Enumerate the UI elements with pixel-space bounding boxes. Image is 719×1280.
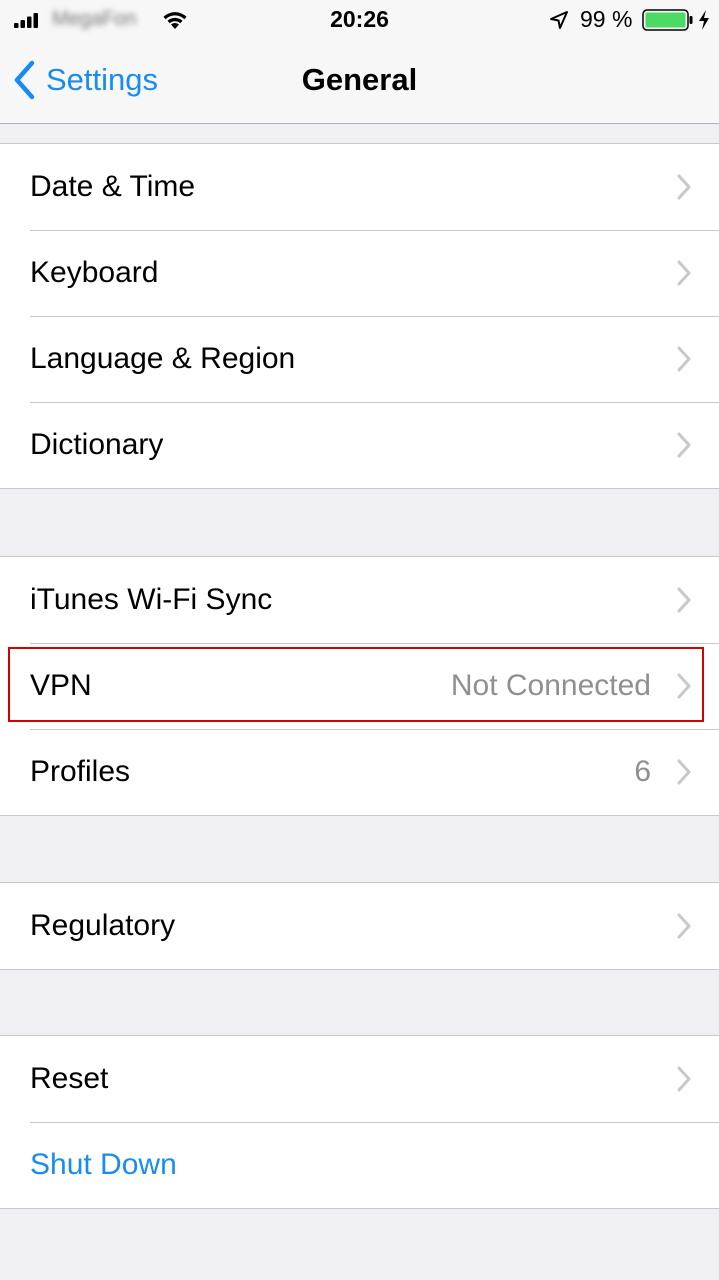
chevron-right-icon <box>677 432 691 458</box>
profiles-count: 6 <box>634 755 651 788</box>
settings-group-2: iTunes Wi-Fi Sync VPN Not Connected Prof… <box>0 556 719 816</box>
shut-down-label: Shut Down <box>30 1148 177 1181</box>
chevron-right-icon <box>677 174 691 200</box>
row-label: Profiles <box>30 755 131 788</box>
vpn-status-value: Not Connected <box>450 669 651 702</box>
row-label: VPN <box>30 669 92 702</box>
location-arrow-icon <box>550 11 568 29</box>
row-label: Language & Region <box>30 342 296 375</box>
status-bar: MegaFon 20:26 99 % <box>0 0 719 40</box>
charging-bolt-icon <box>699 10 709 30</box>
battery-percent: 99 % <box>580 6 633 32</box>
chevron-right-icon <box>677 1066 691 1092</box>
row-regulatory[interactable]: Regulatory <box>0 883 719 969</box>
row-itunes-wifi-sync[interactable]: iTunes Wi-Fi Sync <box>0 557 719 643</box>
settings-general-screen: MegaFon 20:26 99 % Settings General Date… <box>0 0 719 1280</box>
row-keyboard[interactable]: Keyboard <box>0 230 719 316</box>
chevron-right-icon <box>677 759 691 785</box>
row-label: Reset <box>30 1062 109 1095</box>
page-title: General <box>301 62 418 97</box>
chevron-right-icon <box>677 673 691 699</box>
shut-down-button[interactable]: Shut Down <box>0 1122 719 1208</box>
row-label: Date & Time <box>30 170 196 203</box>
row-label: Dictionary <box>30 428 164 461</box>
settings-group-1: Date & Time Keyboard Language & Region D… <box>0 143 719 489</box>
row-label: Keyboard <box>30 256 159 289</box>
chevron-right-icon <box>677 346 691 372</box>
row-reset[interactable]: Reset <box>0 1036 719 1122</box>
chevron-right-icon <box>677 913 691 939</box>
row-language-region[interactable]: Language & Region <box>0 316 719 402</box>
settings-group-3: Regulatory <box>0 882 719 970</box>
chevron-right-icon <box>677 260 691 286</box>
row-date-time[interactable]: Date & Time <box>0 144 719 230</box>
row-vpn[interactable]: VPN Not Connected <box>0 643 719 729</box>
row-label: Regulatory <box>30 909 176 942</box>
settings-group-4: Reset Shut Down <box>0 1035 719 1209</box>
row-label: iTunes Wi-Fi Sync <box>30 583 273 616</box>
row-dictionary[interactable]: Dictionary <box>0 402 719 488</box>
battery-icon <box>642 9 693 31</box>
row-profiles[interactable]: Profiles 6 <box>0 729 719 815</box>
navigation-bar: Settings General <box>0 40 719 124</box>
chevron-right-icon <box>677 587 691 613</box>
